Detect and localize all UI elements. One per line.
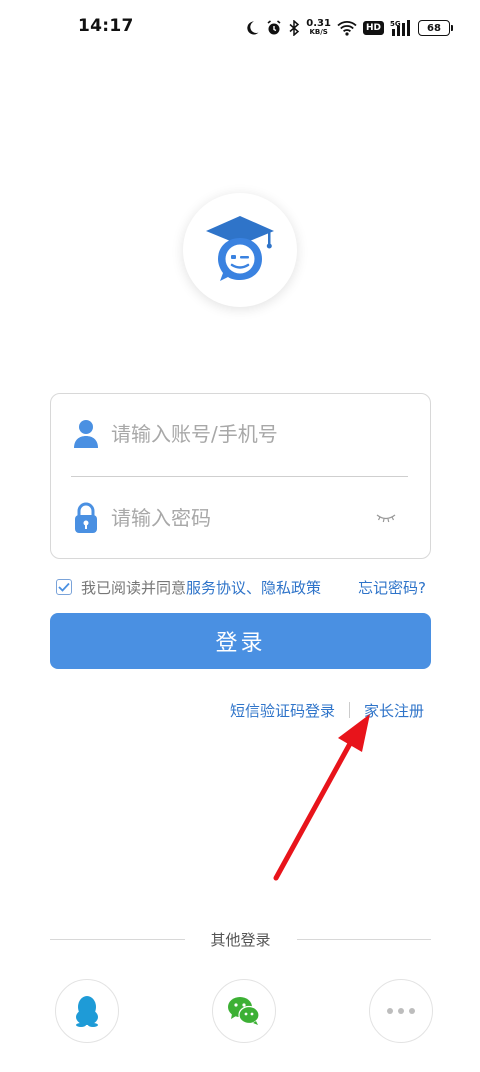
sms-login-link[interactable]: 短信验证码登录 [230,700,335,721]
check-icon [58,582,70,592]
signal-icon: 5G [390,17,412,39]
user-icon [71,417,101,451]
password-input[interactable] [111,506,361,530]
link-separator [348,702,350,718]
secondary-links: 短信验证码登录 家长注册 [230,698,424,722]
wechat-icon [228,997,260,1025]
parent-register-link[interactable]: 家长注册 [364,700,424,721]
divider-left [50,938,185,940]
login-button[interactable]: 登录 [50,613,431,669]
app-logo [183,193,297,307]
qq-login-button[interactable] [55,979,119,1043]
wechat-login-button[interactable] [212,979,276,1043]
agreement-text: 我已阅读并同意 [81,578,187,597]
login-card [50,393,431,559]
forgot-password-link[interactable]: 忘记密码? [358,577,426,598]
status-bar: 14:17 0.31 KB/S HD 5G 68 [0,0,480,56]
hd-badge: HD [362,21,384,35]
agreement-row: 我已阅读并同意 服务协议、隐私政策 忘记密码? [56,575,436,599]
battery-indicator: 68 [418,20,453,36]
more-icon [387,1008,415,1014]
other-login-divider: 其他登录 [50,928,432,950]
terms-privacy-link[interactable]: 服务协议、隐私政策 [186,577,321,598]
alarm-icon [266,17,282,39]
eye-closed-icon[interactable] [374,508,398,528]
other-login-label: 其他登录 [210,930,271,949]
wifi-icon [337,17,357,39]
password-field [71,478,410,558]
net-speed-value: 0.31 [306,18,331,29]
status-time: 14:17 [78,16,134,36]
account-input[interactable] [111,422,361,446]
qq-icon [76,996,98,1027]
lock-icon [71,501,101,535]
field-divider [71,476,408,477]
graduation-mascot-icon [206,216,274,281]
moon-icon [244,17,260,39]
account-field [71,394,410,474]
status-icons: 0.31 KB/S HD 5G 68 [244,16,453,40]
more-login-button[interactable] [369,979,433,1043]
network-speed: 0.31 KB/S [306,17,331,39]
net-speed-unit: KB/S [309,28,328,36]
agreement-checkbox[interactable] [56,579,72,595]
bluetooth-icon [288,17,300,39]
divider-right [296,938,432,940]
